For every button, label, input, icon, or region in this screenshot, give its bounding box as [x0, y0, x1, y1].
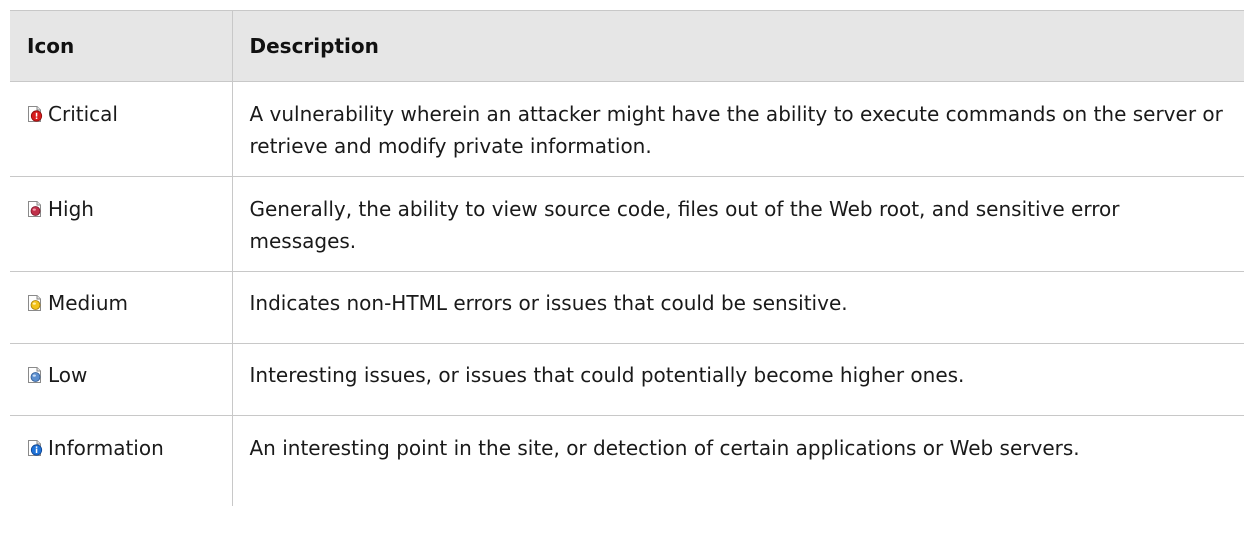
severity-cell: Information [10, 416, 232, 507]
high-icon [27, 200, 43, 218]
severity-cell: Low [10, 343, 232, 416]
critical-icon [27, 105, 43, 123]
severity-cell: Medium [10, 271, 232, 344]
low-icon [27, 366, 43, 384]
severity-label: Low [48, 363, 88, 387]
table-row: Information An interesting point in the … [10, 415, 1244, 507]
severity-cell: High [10, 176, 232, 272]
severity-label: Medium [48, 291, 128, 315]
description-cell: Interesting issues, or issues that could… [231, 343, 1244, 416]
medium-icon [27, 294, 43, 312]
severity-table: Icon Description Critical A vulnerabilit… [10, 10, 1244, 506]
table-row: High Generally, the ability to view sour… [10, 176, 1244, 272]
severity-label: Information [48, 436, 164, 460]
description-cell: An interesting point in the site, or det… [231, 415, 1244, 506]
table-header-row: Icon Description [10, 10, 1244, 82]
severity-label: High [48, 197, 94, 221]
table-row: Medium Indicates non-HTML errors or issu… [10, 271, 1244, 344]
description-cell: Indicates non-HTML errors or issues that… [231, 271, 1244, 344]
table-row: Low Interesting issues, or issues that c… [10, 343, 1244, 416]
information-icon [27, 439, 43, 457]
column-header-description: Description [231, 10, 1244, 82]
column-header-icon: Icon [10, 10, 232, 82]
description-cell: Generally, the ability to view source co… [231, 176, 1244, 272]
severity-label: Critical [48, 102, 118, 126]
description-cell: A vulnerability wherein an attacker migh… [231, 81, 1244, 177]
severity-cell: Critical [10, 81, 232, 177]
table-row: Critical A vulnerability wherein an atta… [10, 81, 1244, 177]
